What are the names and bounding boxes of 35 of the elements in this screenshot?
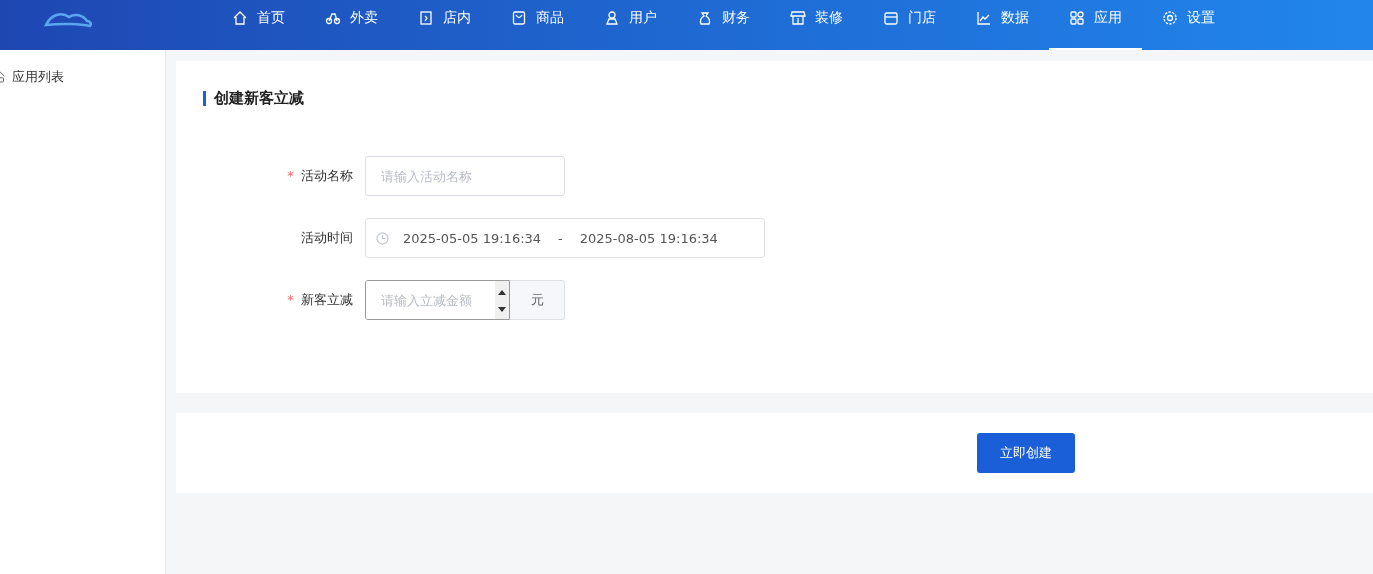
required-mark: * [287,168,294,183]
nav-tab[interactable]: 装修 [770,0,863,50]
input-field[interactable]: 请输入活动名称 [365,156,565,196]
spinner-icon[interactable] [495,281,509,319]
chart-icon [976,10,992,26]
shop-icon [790,10,806,26]
number-field[interactable]: 请输入立减金额 [365,280,510,320]
home-icon [232,10,248,26]
money-icon [697,10,713,26]
field-label: 新客立减 [301,292,353,307]
nav-tab[interactable]: 用户 [584,0,677,50]
nav-tab[interactable]: 门店 [863,0,956,50]
nav-tab[interactable]: 商品 [491,0,584,50]
required-mark: * [287,292,294,307]
field-label: 活动时间 [301,230,353,245]
clock-icon [376,231,389,245]
date-range-field[interactable]: 2025-05-05 19:16:34 - 2025-08-05 19:16:34 [365,218,765,258]
create-button[interactable]: 立即创建 [977,433,1075,473]
sidebar-item[interactable]: 应用列表 [0,68,165,86]
nav-tab[interactable]: 设置 [1142,0,1235,50]
nav-tab[interactable]: 数据 [956,0,1049,50]
nav-tab[interactable]: 外卖 [305,0,398,50]
store-icon [883,10,899,26]
nav-tab[interactable]: 首页 [212,0,305,50]
user-icon [604,10,620,26]
nav-tab[interactable]: 店内 [398,0,491,50]
unit-addon: 元 [510,280,565,320]
bike-icon [325,10,341,26]
nav-tab[interactable]: 财务 [677,0,770,50]
bag-icon [511,10,527,26]
door-icon [418,10,434,26]
field-label: 活动名称 [301,168,353,183]
gear-icon [1162,10,1178,26]
form-title: 创建新客立减 [203,91,1346,106]
nav-tab[interactable]: 应用 [1049,0,1142,50]
